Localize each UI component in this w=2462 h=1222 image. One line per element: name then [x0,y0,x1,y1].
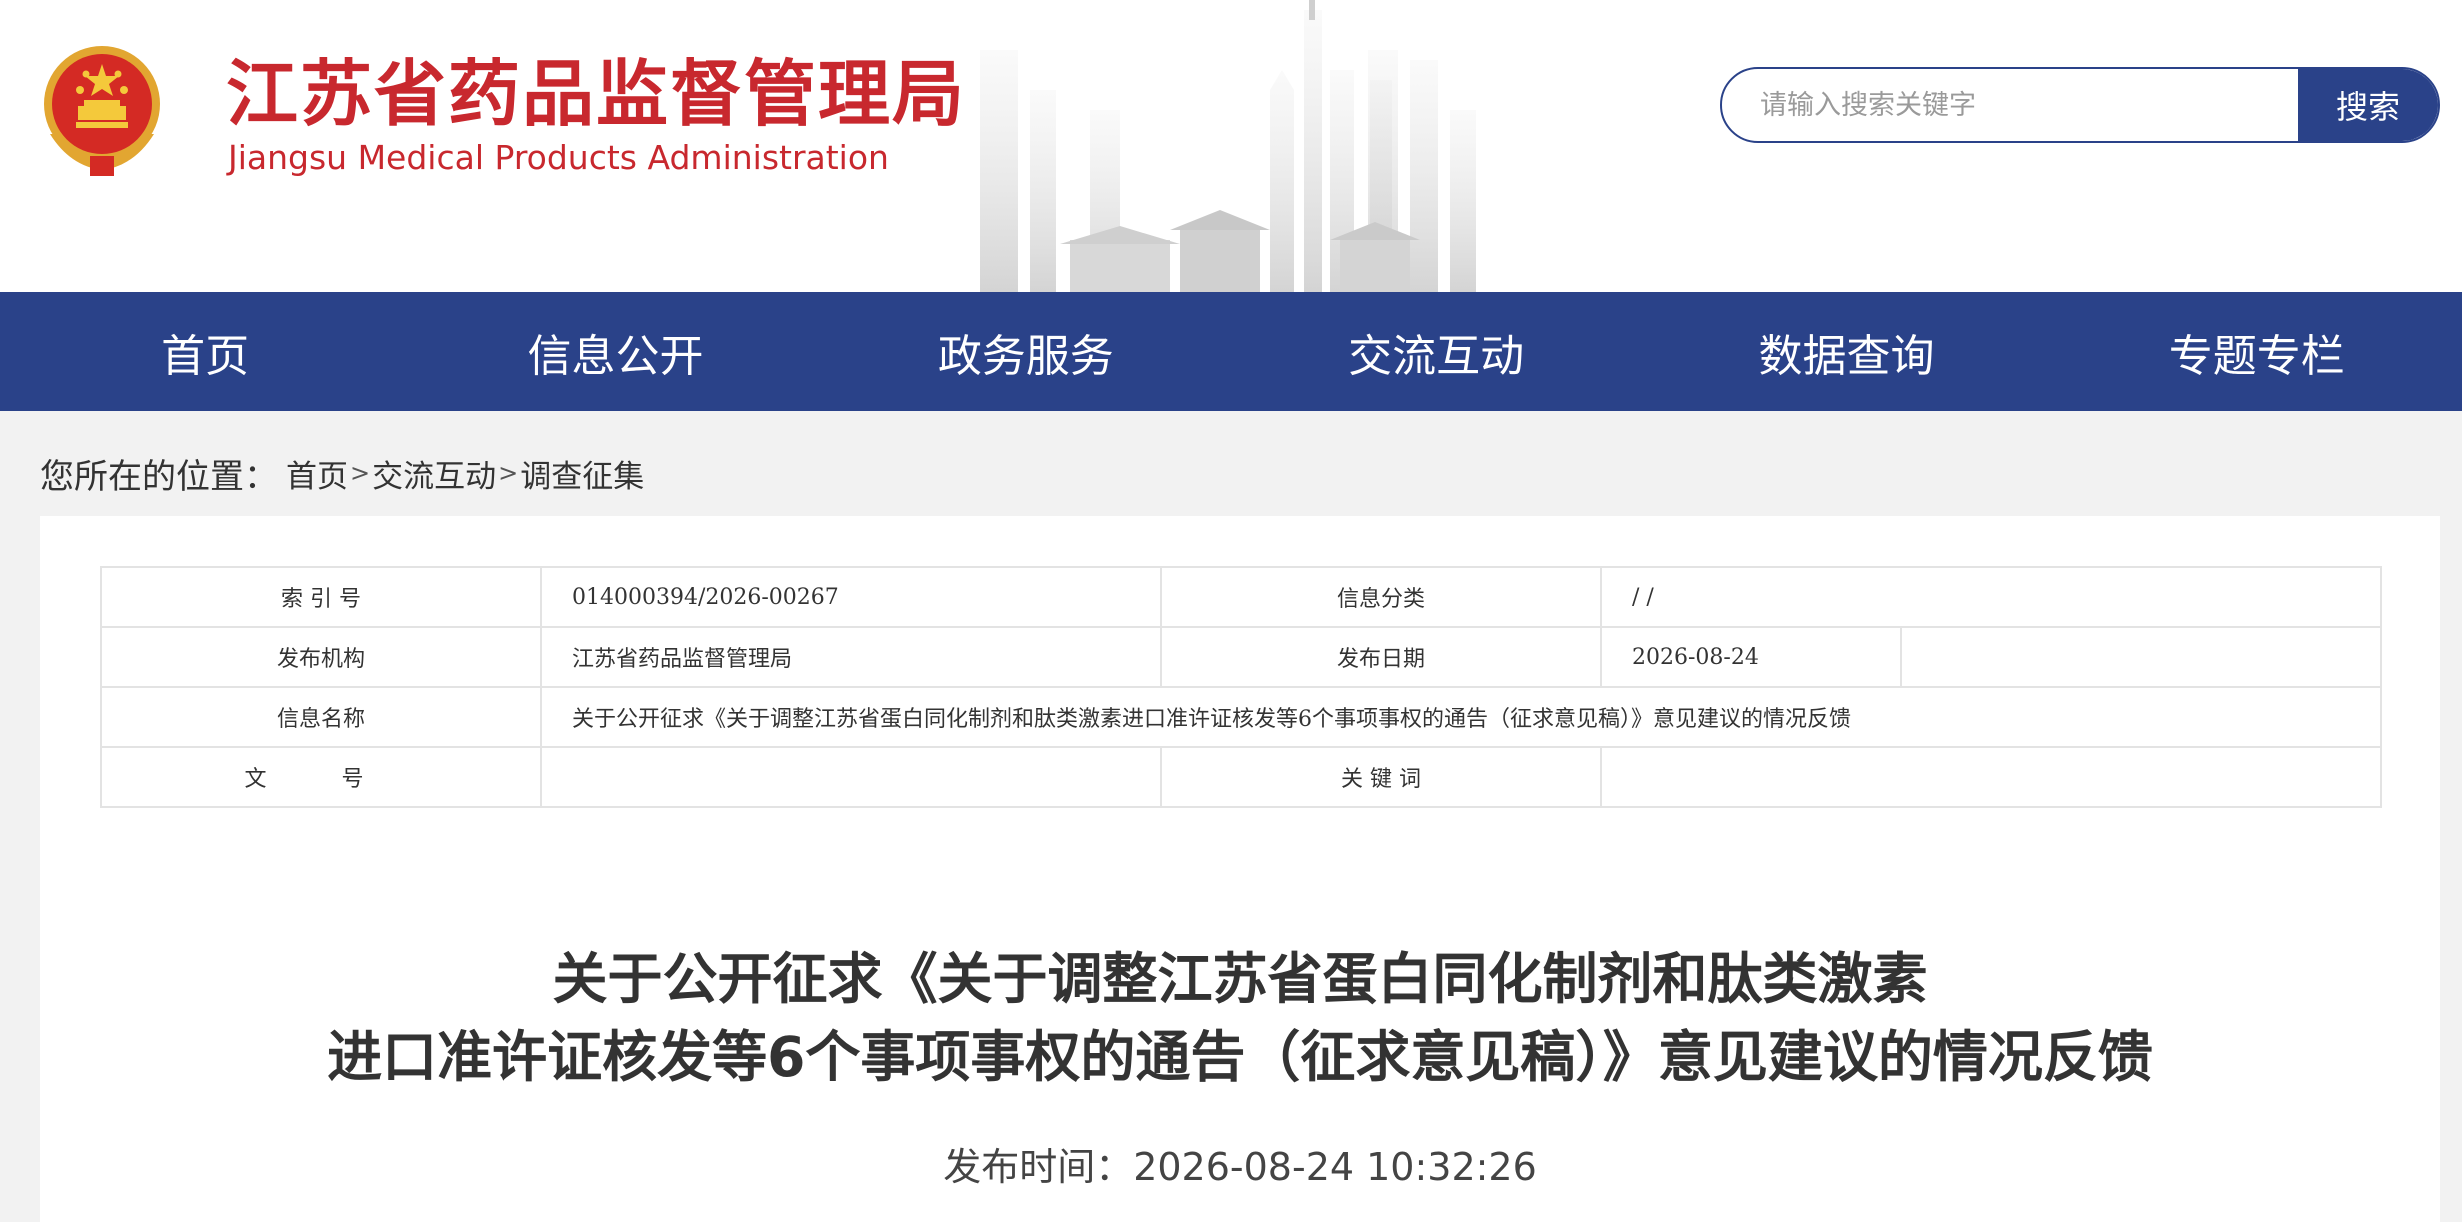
doc-number-label-text: 文 号 [244,767,398,792]
breadcrumb-path: 首页 > 交流互动 > 调查征集 [286,451,644,496]
doc-number-value [540,746,1162,808]
breadcrumb-separator: > [498,459,519,487]
site-title-cn[interactable]: 江苏省药品监督管理局 [226,50,966,138]
keywords-value [1599,746,2383,808]
publisher-label: 发布机构 [100,626,542,688]
empty-cell [1899,626,2383,688]
nav-item-home[interactable]: 首页 [0,292,410,411]
search-button[interactable]: 搜索 [2298,69,2438,141]
breadcrumb-survey-link[interactable]: 调查征集 [520,451,644,496]
date-value: 2026-08-24 [1600,626,1902,688]
index-label: 索 引 号 [100,566,542,628]
breadcrumb-home-link[interactable]: 首页 [286,451,348,496]
category-value: / / [1599,566,2383,628]
nav-item-info-disclosure[interactable]: 信息公开 [410,292,820,411]
info-name-label: 信息名称 [100,686,542,748]
site-header: 江苏省药品监督管理局 Jiangsu Medical Products Admi… [0,0,2462,292]
main-nav: 首页 信息公开 政务服务 交流互动 数据查询 专题专栏 [0,292,2462,411]
category-label: 信息分类 [1160,566,1602,628]
nav-item-data-query[interactable]: 数据查询 [1641,292,2051,411]
article-title-line: 进口准许证核发等6个事项事权的通告（征求意见稿）》意见建议的情况反馈 [327,1025,2153,1089]
nav-item-interaction[interactable]: 交流互动 [1231,292,1641,411]
publish-time: 发布时间：2026-08-24 10:32:26 [943,1145,1537,1189]
national-emblem-icon [44,46,160,176]
search-box: 搜索 [1720,67,2440,143]
city-skyline-image [980,0,1476,292]
breadcrumb-interaction-link[interactable]: 交流互动 [372,451,496,496]
metadata-table: 索 引 号 014000394/2026-00267 信息分类 / / 发布机构… [100,566,2383,808]
index-value: 014000394/2026-00267 [540,566,1162,628]
doc-number-label: 文 号 [100,746,542,808]
nav-item-government-services[interactable]: 政务服务 [821,292,1231,411]
table-row: 信息名称 关于公开征求《关于调整江苏省蛋白同化制剂和肽类激素进口准许证核发等6个… [100,686,2383,748]
date-label: 发布日期 [1160,626,1602,688]
search-input[interactable] [1722,69,2300,141]
breadcrumb: 您所在的位置： 首页 > 交流互动 > 调查征集 [40,448,644,498]
nav-item-special-topics[interactable]: 专题专栏 [2052,292,2462,411]
table-row: 文 号 关 键 词 [100,746,2383,808]
site-title-en[interactable]: Jiangsu Medical Products Administration [228,136,889,180]
table-row: 发布机构 江苏省药品监督管理局 发布日期 2026-08-24 [100,626,2383,688]
article-title-line: 关于公开征求《关于调整江苏省蛋白同化制剂和肽类激素 [552,947,1928,1011]
table-row: 索 引 号 014000394/2026-00267 信息分类 / / [100,566,2383,628]
publisher-value: 江苏省药品监督管理局 [540,626,1162,688]
keywords-label: 关 键 词 [1160,746,1602,808]
info-name-value: 关于公开征求《关于调整江苏省蛋白同化制剂和肽类激素进口准许证核发等6个事项事权的… [539,686,2383,748]
article-title: 关于公开征求《关于调整江苏省蛋白同化制剂和肽类激素 进口准许证核发等6个事项事权… [40,940,2440,1096]
breadcrumb-separator: > [350,459,371,487]
article-panel: 索 引 号 014000394/2026-00267 信息分类 / / 发布机构… [40,516,2440,1222]
breadcrumb-prefix: 您所在的位置： [40,456,278,497]
